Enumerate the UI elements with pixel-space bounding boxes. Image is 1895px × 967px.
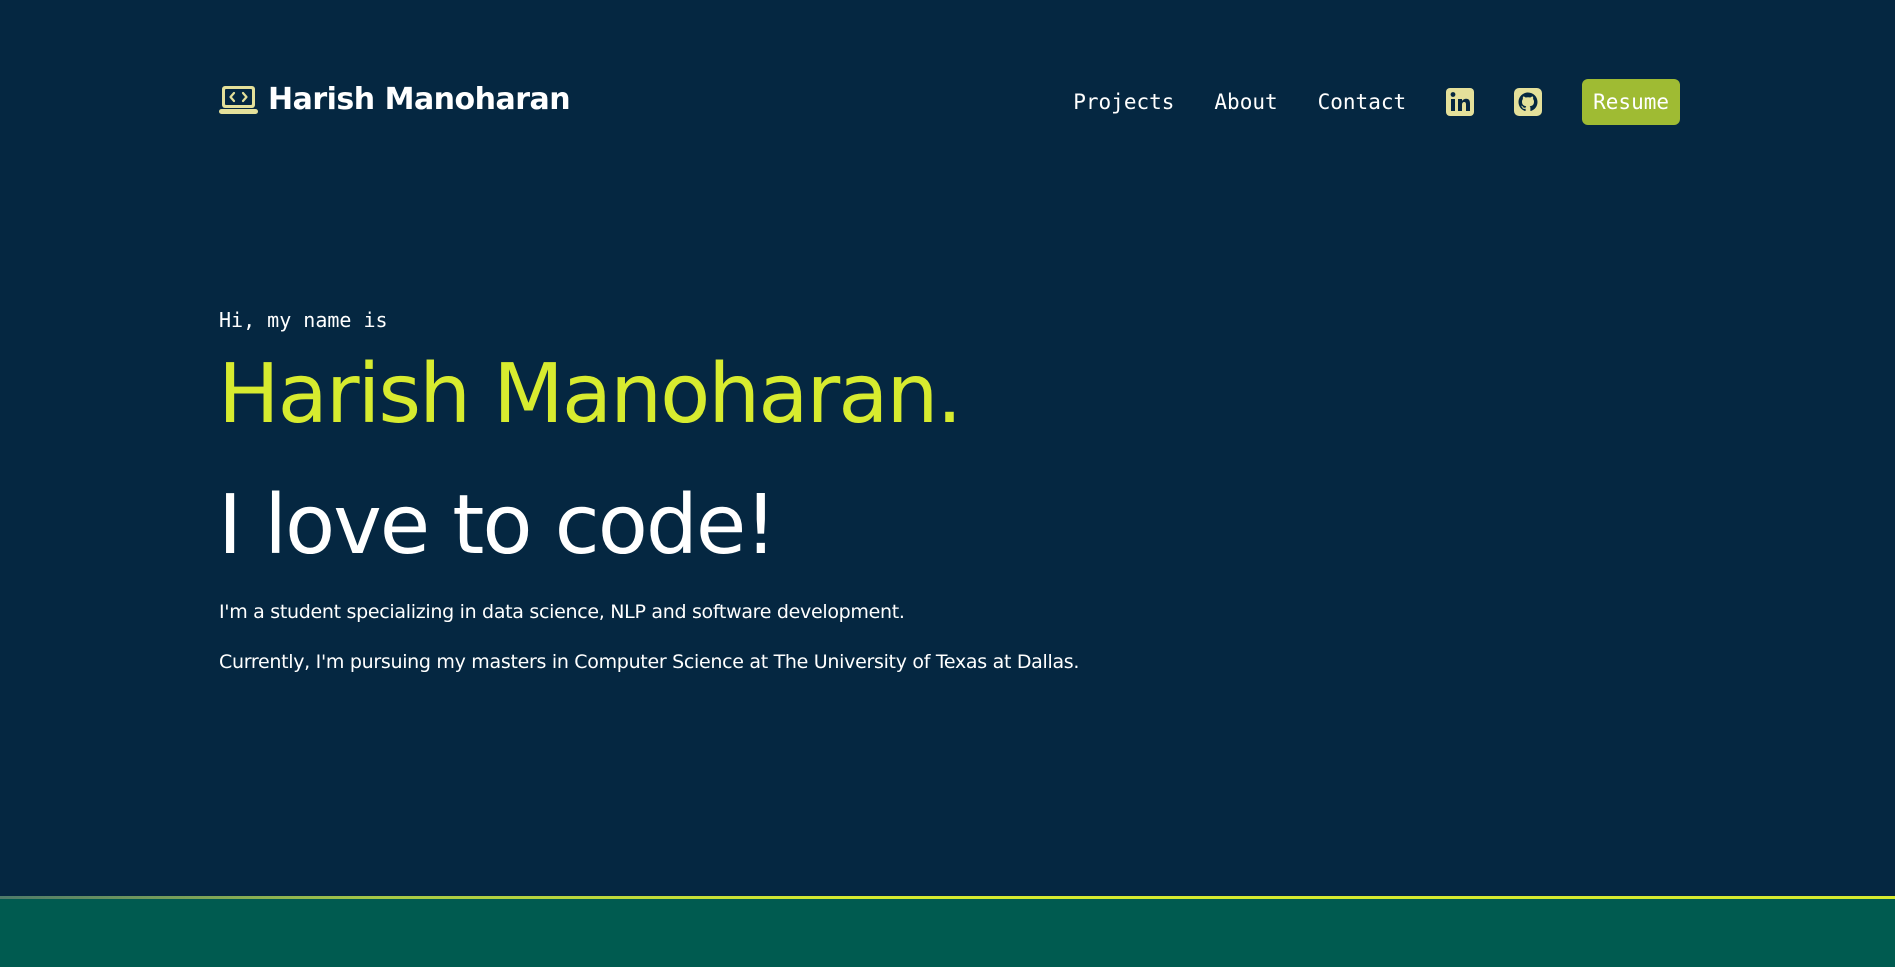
- hero-greeting: Hi, my name is: [219, 308, 388, 332]
- resume-button[interactable]: Resume: [1582, 79, 1680, 125]
- hero-bio-line: I'm a student specializing in data scien…: [219, 601, 905, 623]
- hero-bio-line: Currently, I'm pursuing my masters in Co…: [219, 651, 1080, 673]
- top-nav: Projects About Contact Resume: [1073, 79, 1680, 125]
- next-section-band: [0, 899, 1895, 967]
- nav-link-about[interactable]: About: [1214, 90, 1277, 114]
- nav-link-projects[interactable]: Projects: [1073, 90, 1174, 114]
- page: Harish Manoharan Projects About Contact …: [0, 0, 1895, 967]
- hero-tagline: I love to code!: [218, 478, 777, 573]
- laptop-code-icon: [219, 85, 258, 115]
- hero-name: Harish Manoharan.: [218, 347, 963, 442]
- linkedin-icon[interactable]: [1446, 88, 1475, 116]
- brand-logo-link[interactable]: Harish Manoharan: [219, 82, 571, 117]
- github-icon[interactable]: [1514, 88, 1543, 116]
- brand-name: Harish Manoharan: [268, 82, 571, 117]
- nav-link-contact[interactable]: Contact: [1318, 90, 1407, 114]
